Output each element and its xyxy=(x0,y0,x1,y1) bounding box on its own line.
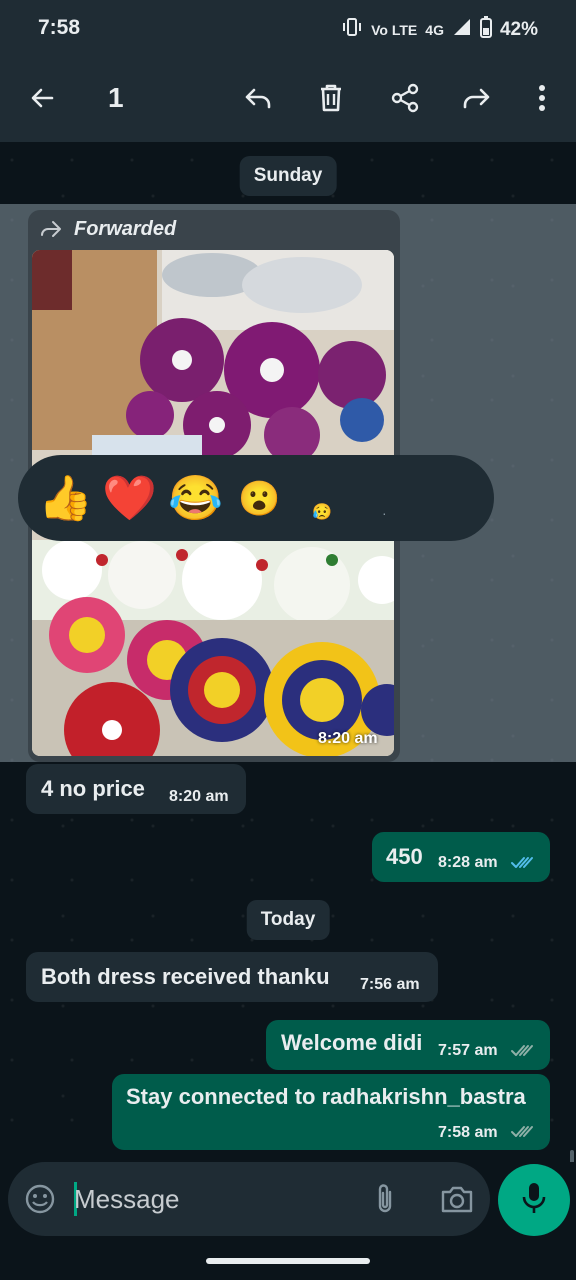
volte-label: Vo LTE xyxy=(371,22,418,38)
signal-icon xyxy=(452,17,472,43)
date-chip-sunday: Sunday xyxy=(239,156,337,196)
reaction-heart[interactable]: ❤️ xyxy=(102,475,157,523)
status-indicators: Vo LTE 4G 42% xyxy=(341,16,538,44)
message-text: 4 no price xyxy=(41,776,145,801)
forwarded-label: Forwarded xyxy=(74,218,177,240)
reaction-thumbs-up[interactable]: 👍 xyxy=(38,475,93,523)
back-icon[interactable] xyxy=(22,78,62,118)
message-incoming[interactable]: 4 no price 8:20 am xyxy=(26,764,246,814)
network-label: 4G xyxy=(425,22,444,38)
attach-icon[interactable] xyxy=(372,1182,398,1221)
reaction-sad[interactable]: 😥 xyxy=(312,489,332,537)
delivered-ticks-icon xyxy=(510,1124,536,1145)
delete-icon[interactable] xyxy=(311,78,351,118)
message-incoming[interactable]: Both dress received thanku 7:56 am xyxy=(26,952,438,1002)
message-text: Welcome didi xyxy=(281,1030,423,1055)
selected-count: 1 xyxy=(108,82,124,113)
reaction-laugh[interactable]: 😂 xyxy=(168,475,223,523)
composer: Message xyxy=(0,1162,576,1242)
mic-icon xyxy=(520,1181,548,1220)
read-ticks-icon xyxy=(510,855,536,876)
message-time: 7:58 am xyxy=(438,1124,498,1141)
reaction-surprised[interactable]: 😮 xyxy=(238,475,280,523)
more-icon[interactable] xyxy=(522,78,562,118)
message-text: Stay connected to radhakrishn_bastra xyxy=(126,1084,526,1109)
message-input[interactable]: Message xyxy=(74,1184,180,1215)
vibrate-icon xyxy=(341,17,363,43)
message-outgoing[interactable]: Stay connected to radhakrishn_bastra 7:5… xyxy=(112,1074,550,1150)
scrollbar[interactable] xyxy=(570,1150,574,1162)
conversation[interactable]: Sunday Forwarded 8:20 am 👍 ❤️ 😂 😮 😥 · 4 … xyxy=(0,142,576,1162)
share-icon[interactable] xyxy=(385,78,425,118)
message-outgoing[interactable]: Welcome didi 7:57 am xyxy=(266,1020,550,1070)
message-time: 7:56 am xyxy=(360,976,420,993)
photo-time: 8:20 am xyxy=(318,730,378,747)
message-time: 7:57 am xyxy=(438,1042,498,1059)
reaction-picker: 👍 ❤️ 😂 😮 😥 · xyxy=(18,455,494,541)
battery-percent: 42% xyxy=(499,19,538,40)
message-time: 8:20 am xyxy=(169,788,229,805)
reaction-more[interactable]: · xyxy=(382,489,387,537)
selection-toolbar: 1 xyxy=(0,56,576,142)
battery-icon xyxy=(479,16,492,44)
emoji-icon[interactable] xyxy=(24,1183,56,1220)
status-time: 7:58 xyxy=(38,16,81,39)
date-chip-today: Today xyxy=(246,900,330,940)
message-text: 450 xyxy=(386,844,423,869)
home-handle[interactable] xyxy=(206,1258,370,1264)
reply-icon[interactable] xyxy=(238,78,278,118)
mic-button[interactable] xyxy=(498,1164,570,1236)
message-text: Both dress received thanku xyxy=(41,964,330,989)
forward-icon[interactable] xyxy=(458,78,498,118)
system-nav-bar xyxy=(0,1242,576,1280)
message-input-container[interactable]: Message xyxy=(8,1162,490,1236)
status-bar: 7:58 Vo LTE 4G 42% xyxy=(0,0,576,56)
delivered-ticks-icon xyxy=(510,1043,536,1064)
forwarded-icon xyxy=(38,220,64,243)
message-time: 8:28 am xyxy=(438,854,498,871)
message-outgoing[interactable]: 450 8:28 am xyxy=(372,832,550,882)
camera-icon[interactable] xyxy=(440,1184,474,1219)
